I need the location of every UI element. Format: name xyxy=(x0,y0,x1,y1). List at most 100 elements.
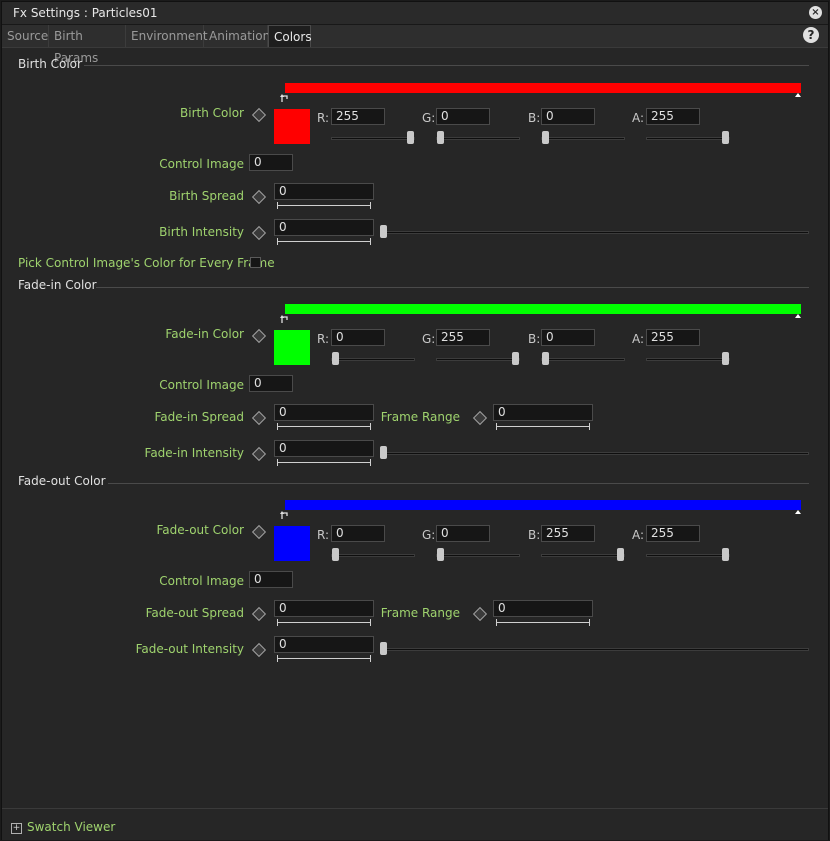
fade-in-spread-field[interactable]: 0 xyxy=(274,404,374,421)
fade-out-r-slider-track[interactable] xyxy=(331,554,415,557)
fade-in-b-slider-track[interactable] xyxy=(541,358,625,361)
fade-out-frame-range-field[interactable]: 0 xyxy=(493,600,593,617)
keyframe-diamond-icon[interactable] xyxy=(251,524,267,540)
pick-control-image-checkbox[interactable] xyxy=(250,257,261,268)
fade-out-spread-field[interactable]: 0 xyxy=(274,600,374,617)
birth-r-slider-thumb[interactable] xyxy=(407,131,414,144)
keyframe-diamond-icon[interactable] xyxy=(251,189,267,205)
fade-out-intensity-slider-thumb[interactable] xyxy=(380,642,387,655)
fade-in-a-slider-thumb[interactable] xyxy=(722,352,729,365)
fade-out-intensity-field[interactable]: 0 xyxy=(274,636,374,653)
fade-out-intensity-slider-track[interactable] xyxy=(382,648,809,651)
title-bar[interactable]: Fx Settings : Particles01 × xyxy=(2,2,828,25)
gradient-start-marker-icon[interactable] xyxy=(280,314,290,324)
gradient-end-marker[interactable] xyxy=(795,93,801,97)
birth-b-slider-track[interactable] xyxy=(541,137,625,140)
birth-color-gradient-bar[interactable] xyxy=(285,83,801,93)
gradient-end-marker[interactable] xyxy=(795,510,801,514)
close-icon[interactable]: × xyxy=(809,6,822,19)
birth-color-swatch[interactable] xyxy=(274,109,310,144)
fade-out-control-image-label: Control Image xyxy=(159,574,244,588)
tab-birth-params[interactable]: Birth Params xyxy=(49,25,126,65)
birth-r-field[interactable]: 255 xyxy=(331,108,385,125)
birth-g-field[interactable]: 0 xyxy=(436,108,490,125)
fade-out-r-field[interactable]: 0 xyxy=(331,525,385,542)
window-title: Fx Settings : Particles01 xyxy=(13,6,158,20)
fade-in-a-field[interactable]: 255 xyxy=(646,329,700,346)
section-divider xyxy=(96,287,809,288)
r-channel-label: R: xyxy=(317,528,330,542)
birth-a-slider-track[interactable] xyxy=(646,137,730,140)
fade-out-b-slider-thumb[interactable] xyxy=(617,548,624,561)
section-divider xyxy=(108,483,809,484)
fade-in-r-slider-thumb[interactable] xyxy=(332,352,339,365)
keyframe-diamond-icon[interactable] xyxy=(251,107,267,123)
keyframe-diamond-icon[interactable] xyxy=(251,328,267,344)
birth-a-slider-thumb[interactable] xyxy=(722,131,729,144)
b-channel-label: B: xyxy=(528,111,541,125)
gradient-start-marker-icon[interactable] xyxy=(280,93,290,103)
tab-colors[interactable]: Colors xyxy=(268,25,312,47)
keyframe-diamond-icon[interactable] xyxy=(251,410,267,426)
birth-b-slider-thumb[interactable] xyxy=(542,131,549,144)
fade-in-g-slider-track[interactable] xyxy=(436,358,520,361)
fade-in-b-field[interactable]: 0 xyxy=(541,329,595,346)
fade-in-intensity-field[interactable]: 0 xyxy=(274,440,374,457)
birth-intensity-slider-track[interactable] xyxy=(382,231,809,234)
fade-out-a-slider-thumb[interactable] xyxy=(722,548,729,561)
gradient-start-marker-icon[interactable] xyxy=(280,510,290,520)
fade-in-r-slider-track[interactable] xyxy=(331,358,415,361)
fade-in-g-slider-thumb[interactable] xyxy=(512,352,519,365)
intensity-range-indicator xyxy=(277,238,371,245)
fade-in-g-field[interactable]: 255 xyxy=(436,329,490,346)
fade-out-control-image-field[interactable]: 0 xyxy=(249,571,293,588)
gradient-end-marker[interactable] xyxy=(795,314,801,318)
fade-in-color-gradient-bar[interactable] xyxy=(285,304,801,314)
fade-out-r-slider-thumb[interactable] xyxy=(332,548,339,561)
keyframe-diamond-icon[interactable] xyxy=(251,642,267,658)
birth-intensity-field[interactable]: 0 xyxy=(274,219,374,236)
fade-out-color-label: Fade-out Color xyxy=(156,523,244,537)
keyframe-diamond-icon[interactable] xyxy=(251,225,267,241)
fade-out-b-slider-track[interactable] xyxy=(541,554,625,557)
birth-a-field[interactable]: 255 xyxy=(646,108,700,125)
fade-out-color-gradient-bar[interactable] xyxy=(285,500,801,510)
tab-animation[interactable]: Animation xyxy=(204,25,270,47)
fade-in-r-field[interactable]: 0 xyxy=(331,329,385,346)
fade-in-intensity-slider-thumb[interactable] xyxy=(380,446,387,459)
intensity-range-indicator xyxy=(277,459,371,466)
swatch-viewer-toggle[interactable]: Swatch Viewer xyxy=(27,820,115,834)
fade-in-a-slider-track[interactable] xyxy=(646,358,730,361)
birth-color-label: Birth Color xyxy=(180,106,244,120)
fade-in-frame-range-field[interactable]: 0 xyxy=(493,404,593,421)
fade-out-g-slider-thumb[interactable] xyxy=(437,548,444,561)
keyframe-diamond-icon[interactable] xyxy=(251,446,267,462)
birth-spread-field[interactable]: 0 xyxy=(274,183,374,200)
birth-r-slider-track[interactable] xyxy=(331,137,415,140)
expand-plus-icon[interactable]: + xyxy=(11,823,22,834)
fade-in-control-image-field[interactable]: 0 xyxy=(249,375,293,392)
birth-spread-label: Birth Spread xyxy=(169,189,244,203)
fade-out-g-slider-track[interactable] xyxy=(436,554,520,557)
birth-control-image-field[interactable]: 0 xyxy=(249,154,293,171)
help-icon[interactable]: ? xyxy=(803,27,819,43)
fade-in-color-swatch[interactable] xyxy=(274,330,310,365)
fade-out-g-field[interactable]: 0 xyxy=(436,525,490,542)
fade-in-b-slider-thumb[interactable] xyxy=(542,352,549,365)
tab-source[interactable]: Source xyxy=(2,25,49,47)
tab-environment[interactable]: Environment xyxy=(126,25,208,47)
fade-out-a-field[interactable]: 255 xyxy=(646,525,700,542)
keyframe-diamond-icon[interactable] xyxy=(472,606,488,622)
keyframe-diamond-icon[interactable] xyxy=(472,410,488,426)
fade-in-intensity-slider-track[interactable] xyxy=(382,452,809,455)
keyframe-diamond-icon[interactable] xyxy=(251,606,267,622)
fade-out-b-field[interactable]: 255 xyxy=(541,525,595,542)
birth-b-field[interactable]: 0 xyxy=(541,108,595,125)
section-title-fade-in-color: Fade-in Color xyxy=(18,278,97,292)
fade-out-a-slider-track[interactable] xyxy=(646,554,730,557)
section-title-birth-color: Birth Color xyxy=(18,57,82,71)
birth-g-slider-thumb[interactable] xyxy=(437,131,444,144)
birth-g-slider-track[interactable] xyxy=(436,137,520,140)
fade-out-color-swatch[interactable] xyxy=(274,526,310,561)
birth-intensity-slider-thumb[interactable] xyxy=(380,225,387,238)
